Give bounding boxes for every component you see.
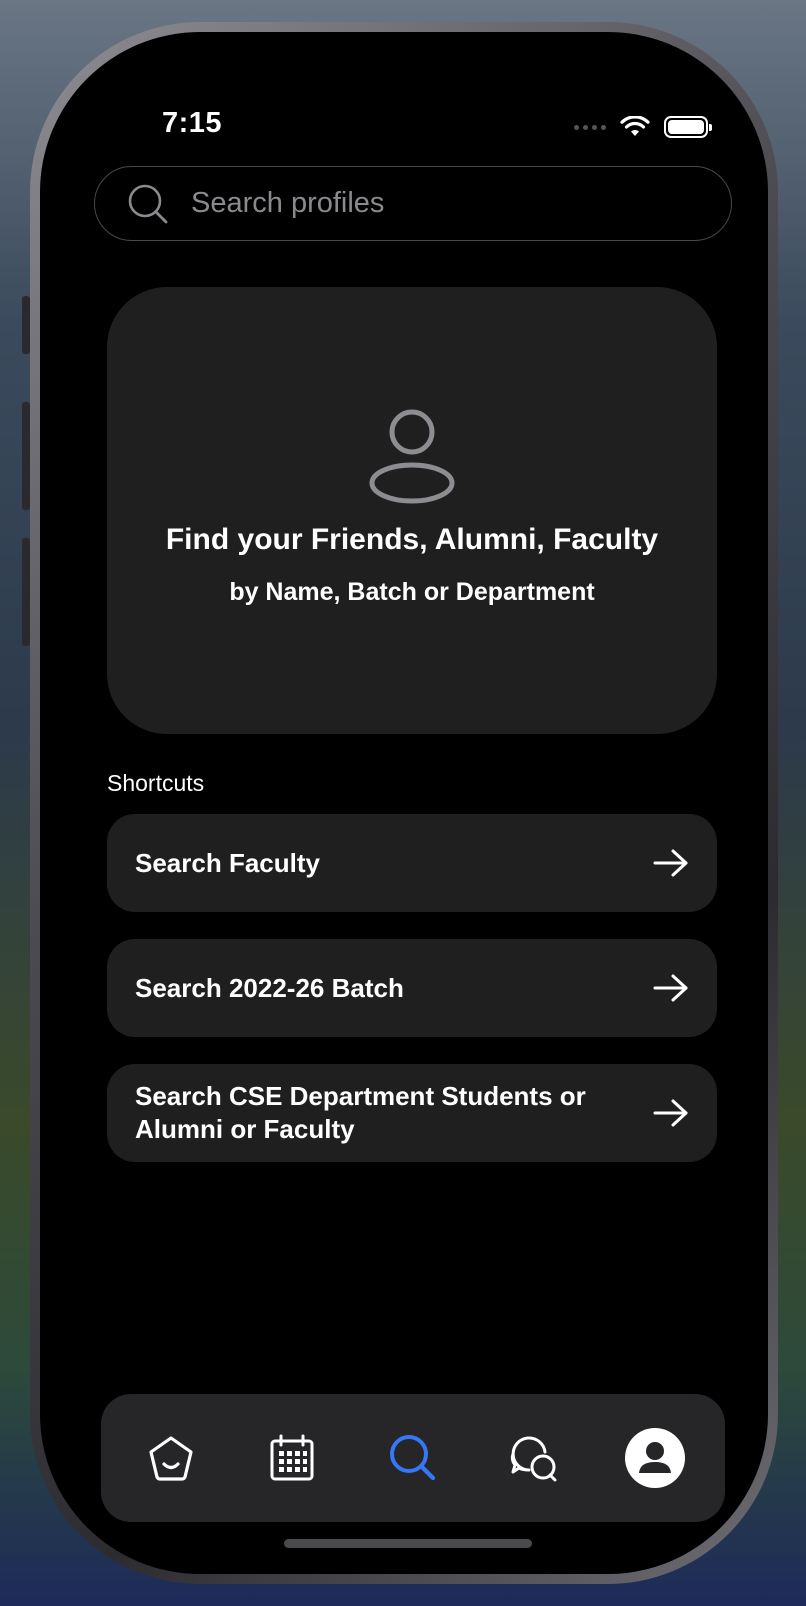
mute-switch [22, 296, 30, 354]
profile-avatar-icon [624, 1428, 685, 1488]
tab-profile[interactable] [615, 1418, 695, 1498]
arrow-right-icon [653, 1099, 688, 1127]
home-indicator[interactable] [284, 1539, 532, 1548]
search-icon [128, 184, 168, 223]
tab-chat[interactable] [494, 1418, 574, 1498]
volume-down-button [22, 538, 30, 646]
search-input[interactable] [191, 187, 711, 220]
status-time: 7:15 [162, 107, 223, 139]
wifi-icon [620, 116, 650, 136]
home-icon [149, 1436, 193, 1481]
phone-frame: 7:15 Search profiles Find your Friends, … [30, 22, 778, 1584]
hero-subtitle: by Name, Batch or Department [229, 578, 595, 606]
chat-bubbles-icon [510, 1436, 557, 1482]
volume-up-button [22, 402, 30, 510]
tab-home[interactable] [131, 1418, 211, 1498]
shortcut-label: Search 2022-26 Batch [135, 972, 404, 1003]
app-screen: 7:15 Search profiles Find your Friends, … [50, 42, 758, 1564]
tab-calendar[interactable] [252, 1418, 332, 1498]
tab-bar [101, 1394, 725, 1522]
shortcut-search-batch[interactable]: Search 2022-26 Batch [107, 939, 717, 1037]
shortcut-search-faculty[interactable]: Search Faculty [107, 814, 717, 912]
shortcut-label: Search Faculty [135, 847, 320, 878]
search-icon [389, 1435, 436, 1481]
person-outline-icon [369, 409, 455, 504]
tab-search[interactable] [373, 1418, 453, 1498]
battery-icon [664, 116, 712, 138]
arrow-right-icon [653, 849, 688, 877]
find-people-card: Find your Friends, Alumni, Faculty by Na… [107, 287, 717, 734]
phone-bezel: 7:15 Search profiles Find your Friends, … [40, 32, 768, 1574]
cellular-signal-icon [574, 124, 606, 130]
shortcuts-heading: Shortcuts [107, 770, 205, 796]
hero-title: Find your Friends, Alumni, Faculty [165, 523, 659, 556]
shortcut-label: Search CSE Department Students or Alumni… [135, 1081, 586, 1144]
arrow-right-icon [653, 974, 688, 1002]
calendar-icon [270, 1434, 314, 1481]
status-icons [574, 116, 712, 138]
search-bar[interactable] [94, 166, 732, 241]
shortcut-search-department[interactable]: Search CSE Department Students or Alumni… [107, 1064, 717, 1162]
